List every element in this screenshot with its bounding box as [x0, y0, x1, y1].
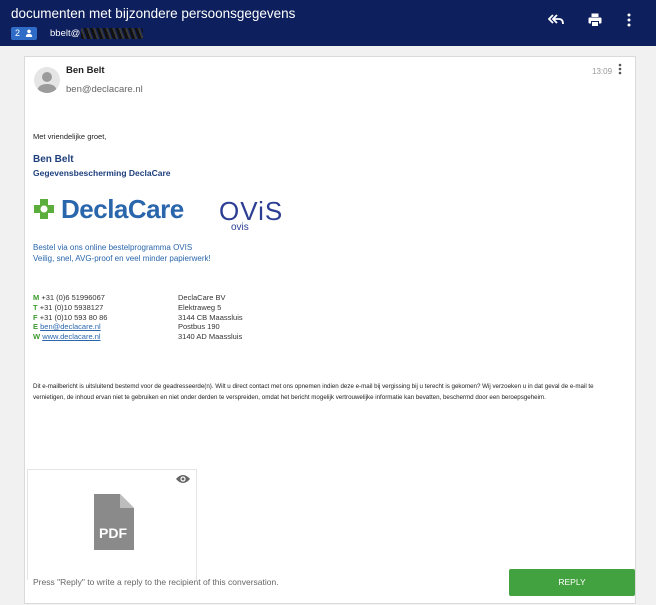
reply-button[interactable]: REPLY — [509, 569, 635, 596]
message-time: 13:09 — [592, 67, 613, 76]
pdf-label: PDF — [99, 525, 127, 541]
email-link[interactable]: ben@declacare.nl — [40, 322, 101, 331]
print-icon[interactable] — [588, 13, 602, 32]
recipient-count: 2 — [15, 28, 21, 38]
recipient-address: bbelt@ — [50, 27, 144, 40]
message-card: Ben Belt ben@declacare.nl 13:09 Met vrie… — [24, 56, 636, 604]
promo-text: Bestel via ons online bestelprogramma OV… — [33, 243, 211, 263]
eye-icon[interactable] — [175, 472, 191, 490]
conversation-title: documenten met bijzondere persoonsgegeve… — [11, 6, 296, 21]
greeting: Met vriendelijke groet, — [33, 132, 107, 141]
recipient-email-prefix: bbelt@ — [50, 28, 81, 39]
pdf-attachment[interactable]: PDF — [27, 469, 197, 580]
recipient-count-badge[interactable]: 2 — [11, 27, 37, 40]
redacted-email — [81, 27, 144, 39]
postal-address: DeclaCare BV Elektraweg 5 3144 CB Maassl… — [178, 293, 243, 342]
declacare-logo: DeclaCare — [33, 194, 184, 225]
more-options-icon[interactable] — [627, 13, 631, 32]
person-icon — [23, 28, 33, 38]
website-link[interactable]: www.declacare.nl — [42, 332, 100, 341]
avatar — [34, 67, 60, 93]
reply-all-icon[interactable] — [547, 13, 564, 32]
pdf-file-icon: PDF — [92, 494, 134, 555]
legal-disclaimer: Dit e-mailbericht is uitsluitend bestemd… — [33, 383, 594, 401]
message-more-icon[interactable] — [618, 63, 622, 78]
conversation-header: documenten met bijzondere persoonsgegeve… — [0, 0, 656, 46]
signature-name: Ben Belt — [33, 154, 74, 165]
sender-name: Ben Belt — [66, 65, 105, 76]
signature-department: Gegevensbescherming DeclaCare — [33, 168, 171, 178]
reply-hint: Press "Reply" to write a reply to the re… — [33, 577, 279, 587]
sender-email: ben@declacare.nl — [66, 84, 143, 95]
declacare-cross-icon — [33, 196, 55, 219]
ovis-logo-subtitle: ovis — [231, 222, 249, 233]
ovis-logo: OViS — [219, 196, 284, 226]
contact-details: M +31 (0)6 51996067 T +31 (0)10 5938127 … — [33, 293, 108, 342]
